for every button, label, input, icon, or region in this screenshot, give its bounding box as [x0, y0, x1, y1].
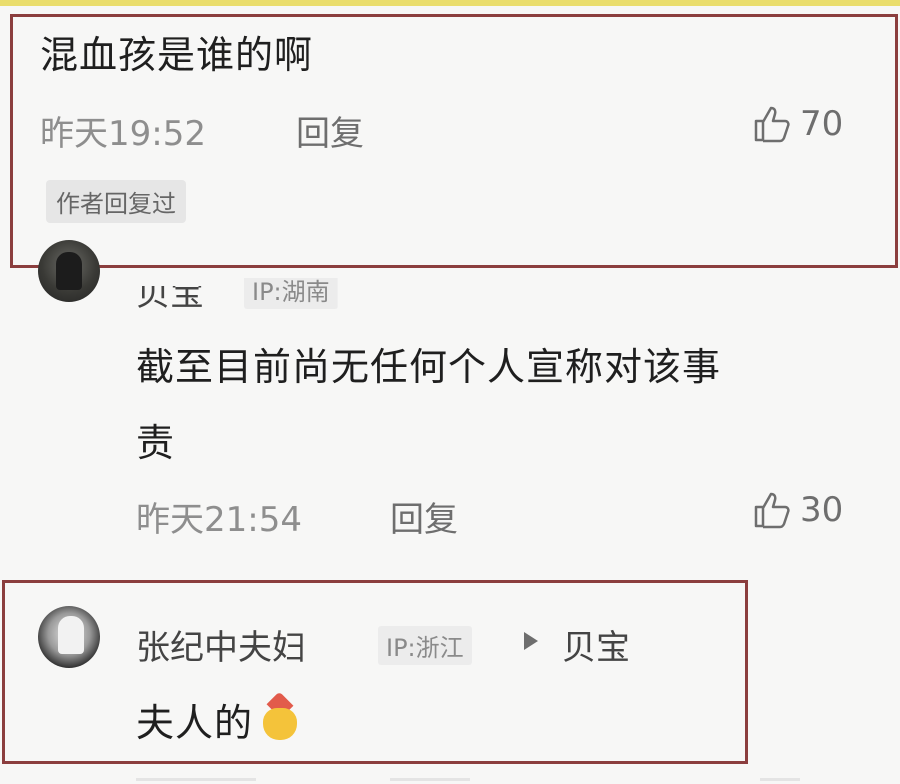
- next-comment-peek: [760, 778, 800, 781]
- comment-2: 贝宝 IP:湖南 截至目前尚无任何个人宣称对该事 责 昨天21:54 回复 30: [0, 240, 900, 570]
- comment-time: 昨天21:54: [136, 500, 302, 540]
- highlight-box-1: [10, 14, 898, 268]
- comment-text-line-1: 截至目前尚无任何个人宣称对该事: [136, 345, 722, 389]
- ip-location: IP:湖南: [244, 278, 338, 309]
- thumbs-up-icon: [754, 492, 790, 529]
- next-comment-peek: [136, 778, 256, 781]
- like-count: 30: [800, 490, 844, 530]
- avatar[interactable]: [38, 240, 100, 302]
- avatar-figure: [56, 252, 82, 290]
- next-comment-peek: [390, 778, 470, 781]
- like-button[interactable]: 30: [752, 490, 843, 530]
- reply-button[interactable]: 回复: [390, 492, 458, 541]
- comment-text-line-2: 责: [136, 421, 176, 465]
- highlight-box-2: [2, 580, 748, 764]
- username[interactable]: 贝宝: [136, 286, 204, 315]
